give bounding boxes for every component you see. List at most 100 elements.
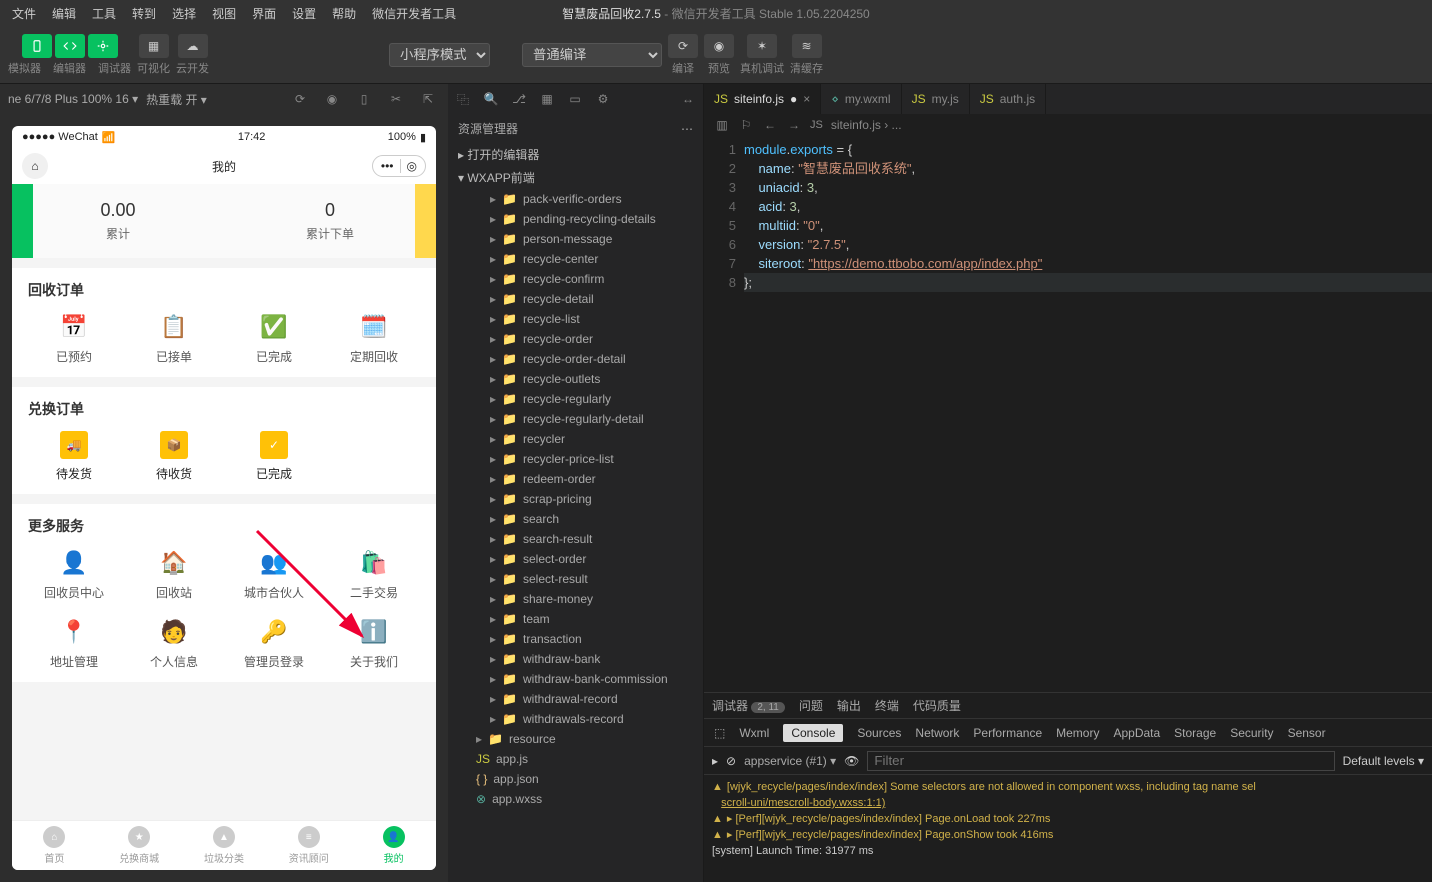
search-icon[interactable]: 🔍 (482, 90, 500, 108)
compile-button[interactable]: ⟳ (668, 34, 698, 58)
folder-person-message[interactable]: ▸📁person-message (448, 229, 703, 249)
subtab-sensor[interactable]: Sensor (1288, 726, 1326, 740)
realdev-button[interactable]: ✶ (747, 34, 777, 58)
subtab-network[interactable]: Network (915, 726, 959, 740)
folder-recycle-detail[interactable]: ▸📁recycle-detail (448, 289, 703, 309)
tab-mall[interactable]: ★兑换商城 (97, 821, 182, 870)
svc-profile[interactable]: 🧑个人信息 (128, 617, 220, 670)
refresh-icon[interactable]: ⟳ (288, 87, 312, 111)
bp-tab-output[interactable]: 输出 (837, 697, 861, 714)
inspect-icon[interactable]: ⬚ (714, 726, 725, 740)
folder-pack-verific-orders[interactable]: ▸📁pack-verific-orders (448, 189, 703, 209)
folder-recycle-regularly[interactable]: ▸📁recycle-regularly (448, 389, 703, 409)
branch-icon[interactable]: ⎇ (510, 90, 528, 108)
subtab-sources[interactable]: Sources (857, 726, 901, 740)
order-booked[interactable]: 📅已预约 (28, 312, 120, 365)
menu-tool[interactable]: 工具 (84, 1, 124, 26)
subtab-memory[interactable]: Memory (1056, 726, 1099, 740)
tab-info[interactable]: ≡资讯顾问 (266, 821, 351, 870)
menu-interface[interactable]: 界面 (244, 1, 284, 26)
filter-input[interactable] (867, 751, 1334, 771)
preview-button[interactable]: ◉ (704, 34, 734, 58)
context-select[interactable]: appservice (#1) ▾ (744, 754, 836, 768)
simulator-button[interactable] (22, 34, 52, 58)
bp-tab-quality[interactable]: 代码质量 (913, 697, 961, 714)
folder-transaction[interactable]: ▸📁transaction (448, 629, 703, 649)
split-icon[interactable]: ▥ (714, 117, 730, 133)
project-header[interactable]: ▾ WXAPP前端 (448, 166, 703, 189)
folder-recycle-order-detail[interactable]: ▸📁recycle-order-detail (448, 349, 703, 369)
order-accepted[interactable]: 📋已接单 (128, 312, 220, 365)
clearcache-button[interactable]: ≋ (792, 34, 822, 58)
svc-address[interactable]: 📍地址管理 (28, 617, 120, 670)
bp-tab-debugger[interactable]: 调试器 2, 11 (712, 697, 785, 714)
bp-tab-terminal[interactable]: 终端 (875, 697, 899, 714)
folder-search[interactable]: ▸📁search (448, 509, 703, 529)
console-clear-icon[interactable]: ⊘ (726, 754, 736, 768)
bp-tab-problems[interactable]: 问题 (799, 697, 823, 714)
editor-button[interactable] (55, 34, 85, 58)
ext-icon[interactable]: ▦ (538, 90, 556, 108)
compile-select[interactable]: 普通编译 (522, 43, 662, 67)
hotreload-select[interactable]: 热重载 开 ▾ (146, 91, 207, 108)
visualize-button[interactable]: ▦ (139, 34, 169, 58)
svc-partner[interactable]: 👥城市合伙人 (228, 548, 320, 601)
levels-select[interactable]: Default levels ▾ (1343, 754, 1424, 768)
files-icon[interactable]: ⿻ (454, 90, 472, 108)
svc-recycle-station[interactable]: 🏠回收站 (128, 548, 220, 601)
folder-team[interactable]: ▸📁team (448, 609, 703, 629)
cloud-button[interactable]: ☁ (178, 34, 208, 58)
svc-about[interactable]: ℹ️关于我们 (328, 617, 420, 670)
folder-select-result[interactable]: ▸📁select-result (448, 569, 703, 589)
debugger-button[interactable] (88, 34, 118, 58)
menu-file[interactable]: 文件 (4, 1, 44, 26)
more-icon[interactable]: ↔ (679, 90, 697, 108)
menu-edit[interactable]: 编辑 (44, 1, 84, 26)
open-editors-header[interactable]: ▸ 打开的编辑器 (448, 143, 703, 166)
subtab-wxml[interactable]: Wxml (739, 726, 769, 740)
folder-recycle-order[interactable]: ▸📁recycle-order (448, 329, 703, 349)
folder-icon[interactable]: ▭ (566, 90, 584, 108)
mode-select[interactable]: 小程序模式 (389, 43, 490, 67)
tab-my-js[interactable]: JSmy.js (902, 84, 970, 114)
folder-recycler[interactable]: ▸📁recycler (448, 429, 703, 449)
folder-share-money[interactable]: ▸📁share-money (448, 589, 703, 609)
subtab-security[interactable]: Security (1230, 726, 1273, 740)
folder-recycle-regularly-detail[interactable]: ▸📁recycle-regularly-detail (448, 409, 703, 429)
menu-goto[interactable]: 转到 (124, 1, 164, 26)
folder-withdraw-bank-commission[interactable]: ▸📁withdraw-bank-commission (448, 669, 703, 689)
folder-scrap-pricing[interactable]: ▸📁scrap-pricing (448, 489, 703, 509)
tab-my-wxml[interactable]: ⋄my.wxml (821, 84, 901, 114)
tab-auth-js[interactable]: JSauth.js (970, 84, 1046, 114)
folder-withdrawal-record[interactable]: ▸📁withdrawal-record (448, 689, 703, 709)
code-editor[interactable]: 12345678 module.exports = { name: "智慧废品回… (704, 136, 1432, 692)
forward-icon[interactable]: → (786, 117, 802, 133)
cut-icon[interactable]: ✂ (384, 87, 408, 111)
device-icon[interactable]: ▯ (352, 87, 376, 111)
folder-recycle-confirm[interactable]: ▸📁recycle-confirm (448, 269, 703, 289)
tab-mine[interactable]: 👤我的 (351, 821, 436, 870)
folder-pending-recycling-details[interactable]: ▸📁pending-recycling-details (448, 209, 703, 229)
folder-recycle-center[interactable]: ▸📁recycle-center (448, 249, 703, 269)
folder-withdraw-bank[interactable]: ▸📁withdraw-bank (448, 649, 703, 669)
folder-select-order[interactable]: ▸📁select-order (448, 549, 703, 569)
back-icon[interactable]: ← (762, 117, 778, 133)
popout-icon[interactable]: ⇱ (416, 87, 440, 111)
tab-home[interactable]: ⌂首页 (12, 821, 97, 870)
console-toggle-icon[interactable]: ▸ (712, 754, 718, 768)
tab-siteinfo-js[interactable]: JSsiteinfo.js●× (704, 84, 821, 114)
file-app-js[interactable]: JSapp.js (448, 749, 703, 769)
menu-view[interactable]: 视图 (204, 1, 244, 26)
record-icon[interactable]: ◉ (320, 87, 344, 111)
bookmark-icon[interactable]: ⚐ (738, 117, 754, 133)
folder-recycler-price-list[interactable]: ▸📁recycler-price-list (448, 449, 703, 469)
gear-icon[interactable]: ⚙ (594, 90, 612, 108)
menu-help[interactable]: 帮助 (324, 1, 364, 26)
eye-icon[interactable]: 👁 (844, 754, 859, 768)
subtab-appdata[interactable]: AppData (1113, 726, 1160, 740)
folder-redeem-order[interactable]: ▸📁redeem-order (448, 469, 703, 489)
menu-settings[interactable]: 设置 (284, 1, 324, 26)
folder-withdrawals-record[interactable]: ▸📁withdrawals-record (448, 709, 703, 729)
folder-recycle-outlets[interactable]: ▸📁recycle-outlets (448, 369, 703, 389)
file-app-json[interactable]: { }app.json (448, 769, 703, 789)
